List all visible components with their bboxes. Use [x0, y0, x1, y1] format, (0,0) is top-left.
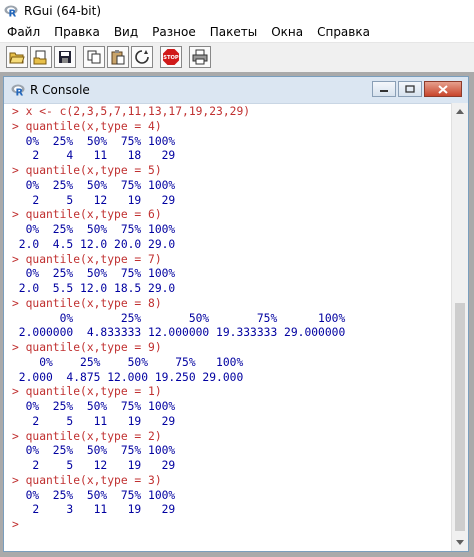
- console-output-line: 0% 25% 50% 75% 100%: [12, 444, 176, 458]
- maximize-icon: [405, 85, 415, 93]
- copy-paste-button[interactable]: [131, 46, 153, 68]
- console-output-line: 2.000 4.875 12.000 19.250 29.000: [12, 370, 244, 384]
- maximize-button[interactable]: [398, 81, 422, 97]
- app-title: RGui (64-bit): [24, 4, 102, 18]
- console-titlebar[interactable]: R R Console: [4, 77, 468, 104]
- console-output-line: 2 5 12 19 29: [12, 193, 176, 207]
- console-title: R Console: [30, 83, 90, 97]
- copy-paste-icon: [135, 50, 149, 64]
- r-logo-icon: R: [11, 83, 25, 97]
- close-button[interactable]: [424, 81, 462, 97]
- console-command-line: > quantile(x,type = 7): [12, 252, 162, 266]
- console-window[interactable]: R R Console > x <- c(2,3,5,7,11,13,17,19…: [3, 76, 469, 552]
- console-lines: > x <- c(2,3,5,7,11,13,17,19,23,29) > qua…: [4, 103, 452, 533]
- menu-view[interactable]: Вид: [107, 22, 145, 42]
- scroll-up-icon[interactable]: [452, 103, 468, 119]
- r-logo-icon: R: [4, 4, 18, 18]
- console-output-line: 2.0 5.5 12.0 18.5 29.0: [12, 282, 176, 295]
- console-command-line: > quantile(x,type = 3): [12, 473, 162, 487]
- console-output-line: 2 5 11 19 29: [12, 414, 176, 428]
- menu-edit[interactable]: Правка: [47, 22, 107, 42]
- console-output-line: 2.0 4.5 12.0 20.0 29.0: [12, 237, 176, 251]
- svg-text:R: R: [16, 88, 24, 98]
- console-output-line: 0% 25% 50% 75% 100%: [12, 267, 176, 281]
- menu-file[interactable]: Файл: [0, 22, 47, 42]
- copy-icon: [87, 50, 101, 64]
- paste-icon: [111, 50, 125, 65]
- console-output-line: 0% 25% 50% 75% 100%: [12, 223, 176, 236]
- console-command-line: > quantile(x,type = 5): [12, 164, 162, 177]
- menu-help[interactable]: Справка: [310, 22, 377, 42]
- console-output-line: 0% 25% 50% 75% 100%: [12, 178, 176, 192]
- console-output-line: 2 3 11 19 29: [12, 503, 176, 517]
- load-workspace-button[interactable]: [30, 46, 52, 68]
- scroll-down-icon[interactable]: [452, 535, 468, 551]
- console-command-line: >: [12, 518, 26, 531]
- stop-icon: STOP: [163, 49, 179, 65]
- svg-text:R: R: [9, 9, 17, 19]
- svg-text:STOP: STOP: [163, 55, 179, 61]
- console-command-line: > quantile(x,type = 1): [12, 385, 162, 399]
- console-command-line: > quantile(x,type = 2): [12, 429, 162, 443]
- console-output-line: 0% 25% 50% 75% 100%: [12, 400, 176, 413]
- console-command-line: > quantile(x,type = 9): [12, 341, 162, 354]
- open-script-icon: [9, 52, 25, 64]
- open-script-button[interactable]: [6, 46, 28, 68]
- console-output-line: 2.000000 4.833333 12.000000 19.333333 29…: [12, 326, 346, 340]
- print-icon: [192, 49, 208, 65]
- scrollbar-thumb[interactable]: [455, 303, 465, 531]
- toolbar: STOP: [0, 43, 474, 71]
- save-icon: [59, 51, 71, 63]
- menu-windows[interactable]: Окна: [264, 22, 310, 42]
- app-titlebar: R RGui (64-bit): [0, 0, 474, 22]
- menu-bar: Файл Правка Вид Разное Пакеты Окна Справ…: [0, 22, 474, 43]
- close-icon: [438, 84, 448, 94]
- console-command-line: > quantile(x,type = 6): [12, 208, 162, 222]
- print-button[interactable]: [189, 46, 211, 68]
- load-workspace-icon: [33, 50, 47, 65]
- vertical-scrollbar[interactable]: [451, 103, 468, 551]
- console-output-line: 0% 25% 50% 75% 100%: [12, 488, 176, 502]
- console-command-line: > quantile(x,type = 4): [12, 119, 162, 133]
- menu-packages[interactable]: Пакеты: [203, 22, 264, 42]
- console-command-line: > x <- c(2,3,5,7,11,13,17,19,23,29): [12, 105, 251, 118]
- console-output-line: 0% 25% 50% 75% 100%: [12, 134, 176, 148]
- minimize-icon: [380, 90, 388, 92]
- console-command-line: > quantile(x,type = 8): [12, 296, 162, 310]
- stop-button[interactable]: STOP: [160, 46, 182, 68]
- copy-button[interactable]: [83, 46, 105, 68]
- console-output-line: 2 5 12 19 29: [12, 459, 176, 472]
- console-output-line: 0% 25% 50% 75% 100%: [12, 311, 346, 325]
- minimize-button[interactable]: [372, 81, 396, 97]
- menu-misc[interactable]: Разное: [145, 22, 203, 42]
- paste-button[interactable]: [107, 46, 129, 68]
- console-output-line: 2 4 11 18 29: [12, 149, 176, 163]
- console-output[interactable]: > x <- c(2,3,5,7,11,13,17,19,23,29) > qua…: [4, 103, 452, 551]
- console-output-line: 0% 25% 50% 75% 100%: [12, 355, 244, 369]
- save-button[interactable]: [54, 46, 76, 68]
